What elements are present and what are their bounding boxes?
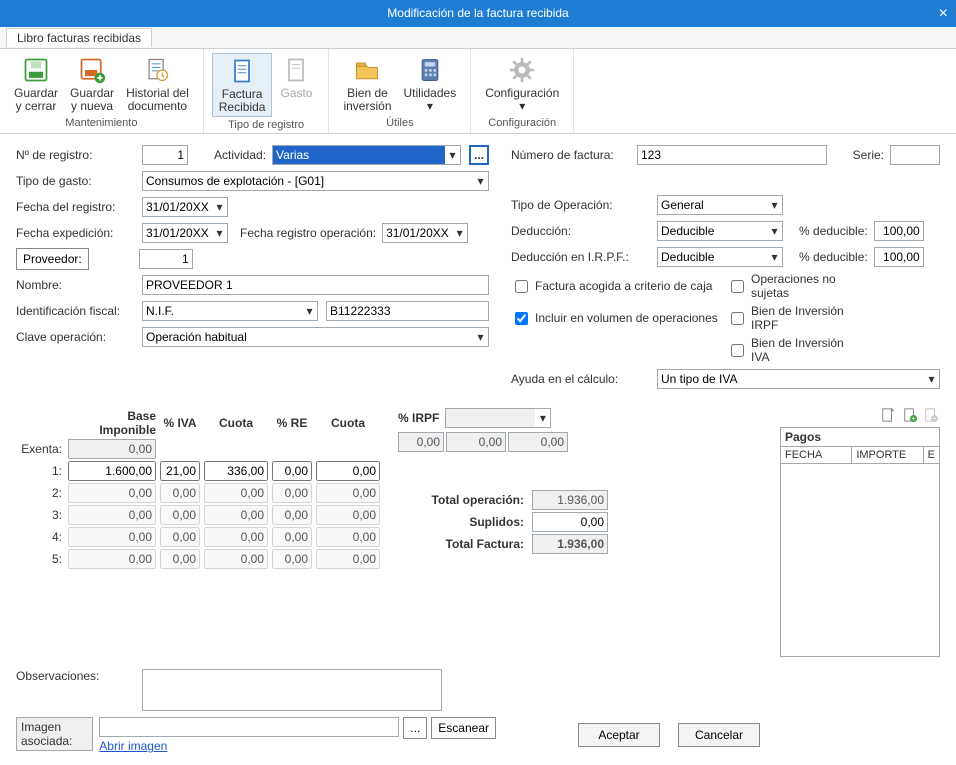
titlebar: Modificación de la factura recibida ×: [0, 0, 956, 27]
chevron-down-icon[interactable]: ▾: [302, 301, 318, 321]
imagen-browse-button[interactable]: ...: [403, 717, 427, 739]
expense-icon: [281, 55, 311, 85]
actividad-browse-button[interactable]: ...: [469, 145, 489, 165]
tipo-gasto-label: Tipo de gasto:: [16, 174, 136, 188]
id-fiscal-num-input[interactable]: [326, 301, 489, 321]
cb-bien-iva[interactable]: [731, 344, 744, 357]
chevron-down-icon[interactable]: ▾: [473, 171, 489, 191]
doc-add-icon[interactable]: [903, 408, 917, 425]
num-registro-label: Nº de registro:: [16, 148, 136, 162]
clave-operacion-select[interactable]: ▾: [142, 327, 489, 347]
pct-deducible1-input[interactable]: [874, 221, 924, 241]
id-fiscal-tipo-select[interactable]: ▾: [142, 301, 320, 321]
observaciones-textarea[interactable]: [142, 669, 442, 711]
imagen-input[interactable]: [99, 717, 399, 737]
ribbon-tabstrip: Libro facturas recibidas: [0, 27, 956, 49]
num-factura-input[interactable]: [637, 145, 827, 165]
nombre-input[interactable]: [142, 275, 489, 295]
fecha-expedicion-input[interactable]: ▾: [142, 223, 228, 243]
floppy-green-icon: [21, 55, 51, 85]
chevron-down-icon[interactable]: ▾: [767, 247, 783, 267]
serie-input[interactable]: [890, 145, 940, 165]
gear-icon: [507, 55, 537, 85]
cancelar-button[interactable]: Cancelar: [678, 723, 760, 747]
abrir-imagen-link[interactable]: Abrir imagen: [99, 739, 167, 753]
base-exenta-input: [68, 439, 156, 459]
proveedor-input[interactable]: [139, 249, 193, 269]
pct-deducible2-input[interactable]: [874, 247, 924, 267]
iva-row-1: 1:: [16, 460, 382, 482]
utilidades-button[interactable]: Utilidades▾: [398, 53, 463, 115]
tipo-operacion-select[interactable]: ▾: [657, 195, 785, 215]
configuracion-button[interactable]: Configuración▾: [479, 53, 565, 115]
escanear-button[interactable]: Escanear: [431, 717, 496, 739]
invoice-icon: [227, 56, 257, 86]
document-history-icon: [142, 55, 172, 85]
fecha-registro-input[interactable]: ▾: [142, 197, 228, 217]
pagos-panel: Pagos FECHA IMPORTE E: [780, 427, 940, 657]
doc-del-icon[interactable]: [924, 408, 938, 425]
irpf-select[interactable]: ▾: [445, 408, 551, 428]
calculator-icon: [415, 55, 445, 85]
close-icon[interactable]: ×: [939, 0, 948, 27]
chevron-down-icon[interactable]: ▾: [767, 195, 783, 215]
chevron-down-icon[interactable]: ▾: [924, 369, 940, 389]
iva-row-3: 3:: [16, 504, 382, 526]
ribbon: Guardar y cerrar Guardar y nueva Histori…: [0, 49, 956, 134]
pagos-col-importe[interactable]: IMPORTE: [852, 447, 923, 463]
chevron-down-icon[interactable]: ▾: [212, 197, 228, 217]
deduccion-select[interactable]: ▾: [657, 221, 785, 241]
window-title: Modificación de la factura recibida: [387, 6, 568, 20]
gasto-button[interactable]: Gasto: [272, 53, 320, 117]
folder-icon: [352, 55, 382, 85]
factura-recibida-button[interactable]: Factura Recibida: [212, 53, 273, 117]
proveedor-button[interactable]: Proveedor:: [16, 248, 89, 270]
chevron-down-icon[interactable]: ▾: [445, 145, 461, 165]
cb-volumen[interactable]: [515, 312, 528, 325]
chevron-down-icon[interactable]: ▾: [452, 223, 468, 243]
tab-libro-facturas[interactable]: Libro facturas recibidas: [6, 28, 152, 47]
fecha-reg-op-input[interactable]: ▾: [382, 223, 468, 243]
suplidos-input[interactable]: [532, 512, 608, 532]
total-factura: [532, 534, 608, 554]
pagos-col-fecha[interactable]: FECHA: [781, 447, 852, 463]
chevron-down-icon[interactable]: ▾: [535, 408, 551, 428]
iva-row-5: 5:: [16, 548, 382, 570]
bien-inversion-button[interactable]: Bien de inversión: [337, 53, 397, 115]
actividad-label: Actividad:: [214, 148, 266, 162]
ded-irpf-select[interactable]: ▾: [657, 247, 785, 267]
iva-grid: Base Imponible % IVA Cuota % RE Cuota Ex…: [16, 408, 382, 657]
chevron-down-icon[interactable]: ▾: [767, 221, 783, 241]
tipo-gasto-select[interactable]: ▾: [142, 171, 489, 191]
pagos-col-e[interactable]: E: [924, 447, 939, 463]
cb-caja[interactable]: [515, 280, 528, 293]
total-operacion: [532, 490, 608, 510]
num-registro-input[interactable]: [142, 145, 188, 165]
iva-row-2: 2:: [16, 482, 382, 504]
save-close-button[interactable]: Guardar y cerrar: [8, 53, 64, 115]
iva-row-4: 4:: [16, 526, 382, 548]
aceptar-button[interactable]: Aceptar: [578, 723, 660, 747]
chevron-down-icon[interactable]: ▾: [212, 223, 228, 243]
actividad-select[interactable]: ▾: [272, 145, 461, 165]
doc-new-icon[interactable]: [881, 408, 895, 425]
ayuda-select[interactable]: ▾: [657, 369, 940, 389]
floppy-plus-icon: [77, 55, 107, 85]
cb-no-sujetas[interactable]: [731, 280, 744, 293]
chevron-down-icon[interactable]: ▾: [473, 327, 489, 347]
history-button[interactable]: Historial del documento: [120, 53, 195, 115]
save-new-button[interactable]: Guardar y nueva: [64, 53, 120, 115]
cb-bien-irpf[interactable]: [731, 312, 744, 325]
